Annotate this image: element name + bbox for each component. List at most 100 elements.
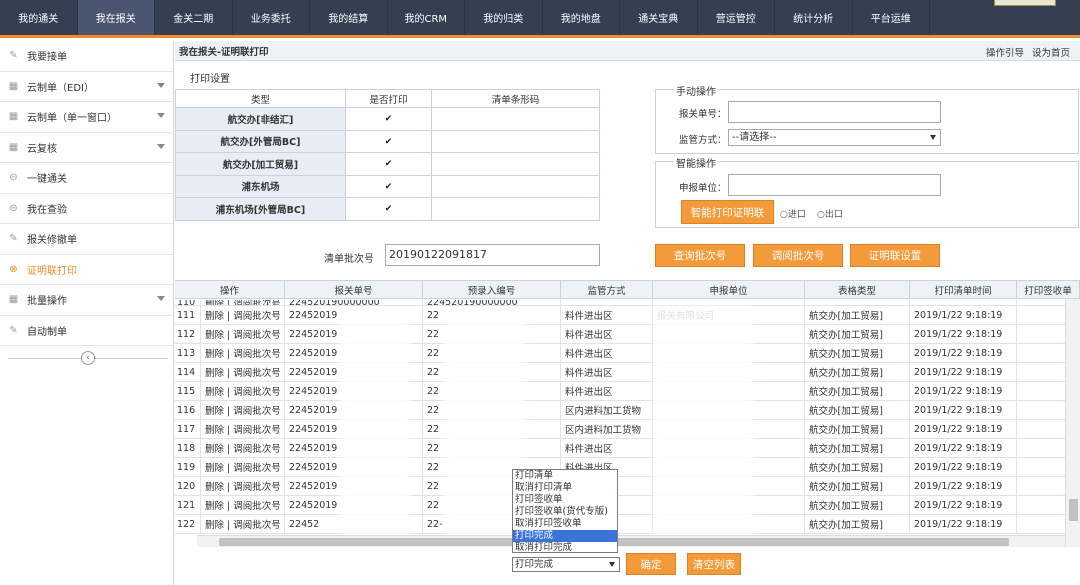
dropdown-option[interactable]: 取消打印清单 [513, 482, 617, 494]
column-header[interactable]: 预录入编号 [423, 281, 561, 299]
table-row[interactable]: 119删除 | 调阅批次号2245201922料件进出区航交办[加工贸易]201… [175, 458, 1080, 477]
query-batch-button[interactable]: 查询批次号 [655, 244, 745, 267]
sidebar-item[interactable]: ✎ 自动制单 [0, 316, 173, 346]
nav-item[interactable]: 营运管控 [698, 0, 775, 35]
row-actions[interactable]: 删除 | 调阅批次号 [201, 515, 285, 533]
print-checkbox[interactable]: ✔ [385, 160, 393, 169]
column-header[interactable]: 监管方式 [561, 281, 653, 299]
column-header[interactable]: 表格类型 [805, 281, 910, 299]
print-checkbox[interactable]: ✔ [385, 205, 393, 214]
sidebar-item[interactable]: ✎ 我要接单 [0, 41, 173, 72]
table-row[interactable]: 122 删除 | 调阅批次号 22452 22- 航交办[加工贸易] 2019/1/22 … [175, 515, 1080, 534]
sidebar-item[interactable]: ⊖ 我在查验 [0, 194, 173, 224]
set-home-link[interactable]: 设为首页 [1032, 45, 1070, 59]
column-header[interactable]: 申报单位 [653, 281, 805, 299]
print-type-row: 航交办[非结汇] ✔ [175, 107, 600, 131]
nav-item[interactable]: 我的地盘 [543, 0, 620, 35]
row-actions[interactable]: 删除 | 调阅批次号 [201, 496, 285, 514]
print-time: 2019/1/22 9:18:19 [910, 439, 1017, 457]
nav-item[interactable]: 业务委托 [233, 0, 310, 35]
type-label: 浦东机场[外管局BC] [175, 197, 346, 221]
row-actions[interactable]: 删除 | 调阅批次号 [201, 363, 285, 381]
row-actions[interactable]: 删除 | 调阅批次号 [201, 477, 285, 495]
row-actions[interactable]: 删除 | 调阅批次号 [201, 300, 285, 305]
row-actions[interactable]: 删除 | 调阅批次号 [201, 458, 285, 476]
data-table: 操作报关单号预录入编号监管方式申报单位表格类型打印清单时间打印签收单 110删除… [175, 280, 1080, 577]
dropdown-option[interactable]: 打印完成 [513, 530, 617, 542]
nav-item[interactable]: 金关二期 [155, 0, 233, 35]
table-row[interactable]: 117 删除 | 调阅批次号 22452019 22 区内进料加工货物 航交办[加工贸易]… [175, 420, 1080, 439]
print-checkbox[interactable]: ✔ [385, 137, 393, 146]
column-header[interactable]: 操作 [175, 281, 285, 299]
cert-settings-button[interactable]: 证明联设置 [850, 244, 940, 267]
sidebar-item[interactable]: ▦ 批量操作 [0, 285, 173, 316]
nav-item[interactable]: 平台运维 [853, 0, 930, 35]
batch-input[interactable]: 20190122091817 [385, 244, 600, 266]
row-actions[interactable]: 删除 | 调阅批次号 [201, 306, 285, 324]
table-row[interactable]: 112 删除 | 调阅批次号 22452019 22 料件进出区 航交办[加工贸易] 201… [175, 325, 1080, 344]
table-row[interactable]: 114 删除 | 调阅批次号 22452019 22 料件进出区 航交办[加工贸易] 201… [175, 363, 1080, 382]
supervision-select[interactable]: --请选择-- [728, 129, 941, 146]
form-type: 航交办[加工贸易] [805, 515, 910, 533]
table-row[interactable]: 113 删除 | 调阅批次号 22452019 22 料件进出区 航交办[加工贸易] 201… [175, 344, 1080, 363]
table-row[interactable]: 120 删除 | 调阅批次号 22452019 22 航交办[加工贸易] 2019/1/2… [175, 477, 1080, 496]
dropdown-option[interactable]: 打印清单 [513, 470, 617, 482]
smart-print-button[interactable]: 智能打印证明联 [681, 200, 774, 224]
sidebar-item-label: 我在查验 [27, 204, 67, 216]
radio-import[interactable]: ○进口 [780, 207, 806, 220]
nav-item[interactable]: 我的归类 [465, 0, 543, 35]
row-actions[interactable]: 删除 | 调阅批次号 [201, 420, 285, 438]
sidebar-item[interactable]: ▦ 云制单（EDI） [0, 72, 173, 102]
close-circle-icon: ⊗ [9, 263, 18, 275]
table-row[interactable]: 118 删除 | 调阅批次号 22452019 22 料件进出区 航交办[加工贸易] 201… [175, 439, 1080, 458]
nav-item[interactable]: 统计分析 [775, 0, 853, 35]
scroll-thumb[interactable] [1069, 499, 1078, 521]
transfer-batch-button[interactable]: 调阅批次号 [753, 244, 843, 267]
supervision-mode: 料件进出区 [561, 382, 653, 400]
supervision-mode: 料件进出区 [561, 439, 653, 457]
sidebar-collapse[interactable]: ‹ [8, 350, 168, 366]
table-row[interactable]: 115 删除 | 调阅批次号 22452019 22 料件进出区 航交办[加工贸易] 201… [175, 382, 1080, 401]
action-dropdown-list[interactable]: 打印清单 取消打印清单 打印签收单 打印签收单(货代专版) 取消打印签收单 打印完成 取消打… [512, 469, 618, 553]
confirm-button[interactable]: 确定 [626, 553, 676, 575]
print-checkbox[interactable]: ✔ [385, 115, 393, 124]
sidebar-item[interactable]: ⊗ 证明联打印 [0, 255, 173, 285]
decl-input[interactable] [728, 101, 941, 123]
collapse-icon[interactable]: ‹ [81, 351, 95, 365]
vertical-scrollbar[interactable] [1065, 299, 1080, 547]
unit-label: 申报单位： [679, 183, 727, 194]
nav-item[interactable]: 我的结算 [310, 0, 388, 35]
nav-item[interactable]: 我的通关 [0, 0, 78, 35]
print-checkbox[interactable]: ✔ [385, 182, 393, 191]
unit-input[interactable] [728, 174, 941, 196]
row-actions[interactable]: 删除 | 调阅批次号 [201, 382, 285, 400]
nav-item[interactable]: 我的CRM [388, 0, 465, 35]
row-actions[interactable]: 删除 | 调阅批次号 [201, 325, 285, 343]
nav-item[interactable]: 通关宝典 [620, 0, 698, 35]
horizontal-scrollbar[interactable] [197, 535, 1065, 547]
table-row[interactable]: 116 删除 | 调阅批次号 22452019 22 区内进料加工货物 航交办[加工贸易]… [175, 401, 1080, 420]
column-header[interactable]: 报关单号 [285, 281, 423, 299]
table-row[interactable]: 121 删除 | 调阅批次号 22452019 22 航交办[加工贸易] 2019/1/2… [175, 496, 1080, 515]
action-select[interactable]: 打印完成 [512, 557, 620, 572]
sidebar-item[interactable]: ▦ 云制单（单一窗口） [0, 102, 173, 133]
row-actions[interactable]: 删除 | 调阅批次号 [201, 439, 285, 457]
dropdown-option[interactable]: 取消打印签收单 [513, 518, 617, 530]
radio-export[interactable]: ○出口 [817, 207, 843, 220]
clear-list-button[interactable]: 清空列表 [687, 553, 741, 575]
sidebar-item[interactable]: ▦ 云复核 [0, 133, 173, 163]
row-actions[interactable]: 删除 | 调阅批次号 [201, 401, 285, 419]
dropdown-option[interactable]: 打印签收单(货代专版) [513, 506, 617, 518]
column-header[interactable]: 打印签收单 [1017, 281, 1080, 299]
table-row[interactable]: 111删除 | 调阅批次号2245201922料件进出区报关有限公司航交办[加工… [175, 306, 1080, 325]
nav-item[interactable]: 我在报关 [77, 0, 155, 35]
column-header[interactable]: 打印清单时间 [910, 281, 1017, 299]
dropdown-option[interactable]: 取消打印完成 [513, 542, 617, 554]
guide-link[interactable]: 操作引导 [986, 45, 1024, 59]
sidebar-item[interactable]: ✎ 报关修撤单 [0, 224, 173, 255]
dropdown-option[interactable]: 打印签收单 [513, 494, 617, 506]
form-type: 航交办[加工贸易] [805, 439, 910, 457]
row-actions[interactable]: 删除 | 调阅批次号 [201, 344, 285, 362]
sidebar-item-label: 证明联打印 [27, 265, 77, 277]
sidebar-item[interactable]: ⊖ 一键通关 [0, 163, 173, 194]
